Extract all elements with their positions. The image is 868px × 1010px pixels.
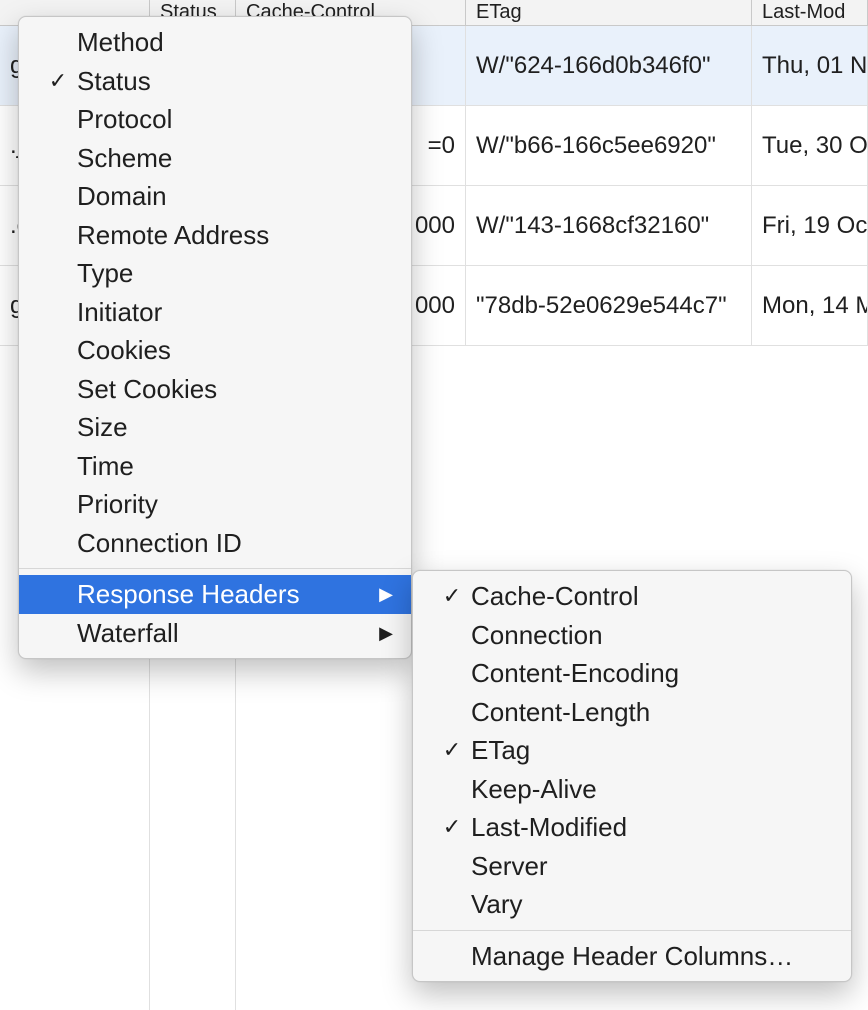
submenu-arrow-icon: ▶ bbox=[379, 624, 393, 642]
menu-item-label: Protocol bbox=[47, 106, 393, 132]
menu-item-label: Content-Encoding bbox=[441, 660, 833, 686]
menu-item-label: Cache-Control bbox=[441, 583, 833, 609]
menu-item-initiator[interactable]: Initiator bbox=[19, 293, 411, 332]
submenu-item-cache-control[interactable]: ✓Cache-Control bbox=[413, 577, 851, 616]
cell-lastmod: Mon, 14 M bbox=[752, 266, 868, 345]
menu-item-label: Connection ID bbox=[47, 530, 393, 556]
submenu-item-server[interactable]: Server bbox=[413, 847, 851, 886]
submenu-item-content-length[interactable]: Content-Length bbox=[413, 693, 851, 732]
checkmark-icon: ✓ bbox=[441, 816, 463, 838]
menu-item-cookies[interactable]: Cookies bbox=[19, 331, 411, 370]
menu-item-connection-id[interactable]: Connection ID bbox=[19, 524, 411, 563]
menu-item-label: Time bbox=[47, 453, 393, 479]
menu-item-label: Type bbox=[47, 260, 393, 286]
menu-item-size[interactable]: Size bbox=[19, 408, 411, 447]
menu-item-set-cookies[interactable]: Set Cookies bbox=[19, 370, 411, 409]
cell-lastmod: Fri, 19 Oc bbox=[752, 186, 868, 265]
checkmark-icon: ✓ bbox=[441, 739, 463, 761]
menu-item-label: Manage Header Columns… bbox=[441, 943, 833, 969]
col-header-lastmod[interactable]: Last-Mod bbox=[752, 0, 868, 26]
menu-item-protocol[interactable]: Protocol bbox=[19, 100, 411, 139]
menu-item-label: Domain bbox=[47, 183, 393, 209]
menu-item-label: Method bbox=[47, 29, 393, 55]
cell-etag: W/"143-1668cf32160" bbox=[466, 186, 752, 265]
submenu-arrow-icon: ▶ bbox=[379, 585, 393, 603]
menu-item-domain[interactable]: Domain bbox=[19, 177, 411, 216]
submenu-item-vary[interactable]: Vary bbox=[413, 885, 851, 924]
menu-item-waterfall[interactable]: Waterfall▶ bbox=[19, 614, 411, 653]
response-headers-submenu: ✓Cache-ControlConnectionContent-Encoding… bbox=[412, 570, 852, 982]
menu-item-label: Connection bbox=[441, 622, 833, 648]
menu-item-label: Waterfall bbox=[47, 620, 379, 646]
menu-item-label: Server bbox=[441, 853, 833, 879]
menu-item-label: Status bbox=[47, 68, 393, 94]
submenu-item-last-modified[interactable]: ✓Last-Modified bbox=[413, 808, 851, 847]
menu-separator bbox=[413, 930, 851, 931]
menu-item-type[interactable]: Type bbox=[19, 254, 411, 293]
menu-item-label: Priority bbox=[47, 491, 393, 517]
checkmark-icon: ✓ bbox=[47, 70, 69, 92]
menu-item-label: Vary bbox=[441, 891, 833, 917]
cell-etag: W/"624-166d0b346f0" bbox=[466, 26, 752, 105]
menu-item-time[interactable]: Time bbox=[19, 447, 411, 486]
submenu-item-manage-header-columns[interactable]: Manage Header Columns… bbox=[413, 937, 851, 976]
menu-item-label: Remote Address bbox=[47, 222, 393, 248]
menu-item-label: Cookies bbox=[47, 337, 393, 363]
submenu-item-etag[interactable]: ✓ETag bbox=[413, 731, 851, 770]
menu-item-label: Set Cookies bbox=[47, 376, 393, 402]
menu-item-label: Content-Length bbox=[441, 699, 833, 725]
menu-item-label: Last-Modified bbox=[441, 814, 833, 840]
submenu-item-connection[interactable]: Connection bbox=[413, 616, 851, 655]
checkmark-icon: ✓ bbox=[441, 585, 463, 607]
menu-item-remote-address[interactable]: Remote Address bbox=[19, 216, 411, 255]
cell-etag: W/"b66-166c5ee6920" bbox=[466, 106, 752, 185]
col-header-etag[interactable]: ETag bbox=[466, 0, 752, 26]
submenu-item-content-encoding[interactable]: Content-Encoding bbox=[413, 654, 851, 693]
menu-item-priority[interactable]: Priority bbox=[19, 485, 411, 524]
cell-etag: "78db-52e0629e544c7" bbox=[466, 266, 752, 345]
menu-separator bbox=[19, 568, 411, 569]
menu-item-label: ETag bbox=[441, 737, 833, 763]
submenu-item-keep-alive[interactable]: Keep-Alive bbox=[413, 770, 851, 809]
menu-item-status[interactable]: ✓Status bbox=[19, 62, 411, 101]
column-context-menu: Method ✓Status Protocol Scheme Domain Remote … bbox=[18, 16, 412, 659]
menu-item-response-headers[interactable]: Response Headers▶ bbox=[19, 575, 411, 614]
menu-item-label: Initiator bbox=[47, 299, 393, 325]
menu-item-method[interactable]: Method bbox=[19, 23, 411, 62]
menu-item-label: Keep-Alive bbox=[441, 776, 833, 802]
menu-item-label: Scheme bbox=[47, 145, 393, 171]
menu-item-scheme[interactable]: Scheme bbox=[19, 139, 411, 178]
menu-item-label: Size bbox=[47, 414, 393, 440]
menu-item-label: Response Headers bbox=[47, 581, 379, 607]
cell-lastmod: Thu, 01 N bbox=[752, 26, 868, 105]
cell-lastmod: Tue, 30 O bbox=[752, 106, 868, 185]
